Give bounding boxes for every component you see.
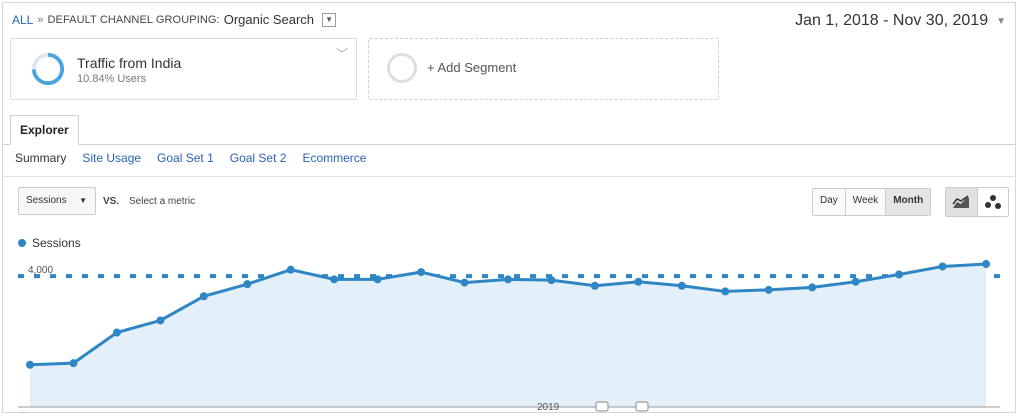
data-point[interactable] — [764, 285, 773, 294]
select-metric-link[interactable]: Select a metric — [129, 196, 195, 207]
chart-footer-dots: ... — [19, 405, 27, 415]
annotation-marker[interactable] — [595, 401, 609, 412]
segment-ring-icon — [387, 53, 417, 83]
segment-ring-icon — [31, 52, 65, 86]
breadcrumb: ALL » DEFAULT CHANNEL GROUPING: Organic … — [12, 12, 337, 27]
month-button[interactable]: Month — [886, 189, 931, 215]
day-button[interactable]: Day — [813, 189, 846, 215]
data-point[interactable] — [547, 276, 556, 285]
sessions-chart[interactable] — [0, 250, 1024, 415]
data-point[interactable] — [938, 262, 947, 271]
subtab-goal-set-2[interactable]: Goal Set 2 — [230, 151, 287, 165]
subtab-goal-set-1[interactable]: Goal Set 1 — [157, 151, 214, 165]
data-point[interactable] — [460, 278, 469, 287]
data-point[interactable] — [721, 287, 730, 296]
data-point[interactable] — [417, 268, 426, 277]
chevron-down-icon[interactable]: ﹀ — [336, 45, 348, 62]
subtab-summary[interactable]: Summary — [15, 151, 66, 165]
legend-dot-icon — [18, 239, 26, 247]
tab-bar: Explorer — [2, 110, 1016, 145]
data-point[interactable] — [330, 275, 339, 284]
motion-chart-icon[interactable] — [978, 188, 1009, 216]
data-point[interactable] — [69, 359, 78, 368]
segment-traffic-from-india[interactable]: Traffic from India 10.84% Users ﹀ — [10, 38, 357, 100]
series-area — [30, 264, 986, 407]
data-point[interactable] — [504, 275, 512, 284]
data-point[interactable] — [243, 280, 252, 289]
chevron-down-icon[interactable]: ▼ — [322, 12, 337, 27]
vs-label: VS. — [103, 196, 120, 207]
data-point[interactable] — [156, 316, 165, 325]
data-point[interactable] — [112, 328, 121, 337]
x-axis-label: 2019 — [537, 402, 560, 413]
subtab-bar: Summary Site Usage Goal Set 1 Goal Set 2… — [15, 151, 366, 165]
data-point[interactable] — [982, 260, 990, 269]
add-segment-label: + Add Segment — [427, 60, 517, 75]
data-point[interactable] — [808, 283, 817, 292]
week-button[interactable]: Week — [845, 189, 887, 215]
add-segment-button[interactable]: + Add Segment — [368, 38, 719, 100]
y-tick-label: 4,000 — [28, 265, 54, 276]
data-point[interactable] — [286, 265, 295, 274]
data-point[interactable] — [677, 281, 686, 290]
date-range-text: Jan 1, 2018 - Nov 30, 2019 — [795, 12, 989, 29]
chevron-down-icon: ▼ — [996, 15, 1006, 27]
breadcrumb-all-link[interactable]: ALL — [12, 13, 33, 27]
line-chart-icon[interactable] — [946, 188, 978, 216]
segment-subtitle: 10.84% Users — [77, 73, 147, 85]
chart-type-toggle — [945, 187, 1009, 217]
date-range-picker[interactable]: Jan 1, 2018 - Nov 30, 2019 ▼ — [795, 12, 1006, 30]
divider — [2, 176, 1016, 177]
annotation-marker[interactable] — [635, 401, 649, 412]
legend-label: Sessions — [32, 236, 81, 250]
data-point[interactable] — [851, 277, 860, 286]
subtab-ecommerce[interactable]: Ecommerce — [302, 151, 366, 165]
data-point[interactable] — [373, 275, 382, 284]
tab-explorer[interactable]: Explorer — [10, 115, 79, 145]
data-point[interactable] — [590, 281, 599, 290]
subtab-site-usage[interactable]: Site Usage — [82, 151, 141, 165]
breadcrumb-separator: » — [37, 13, 44, 26]
data-point[interactable] — [26, 360, 34, 369]
metric-select-value: Sessions — [26, 195, 67, 206]
caret-down-icon: ▼ — [79, 196, 87, 205]
granularity-toggle: Day Week Month — [812, 188, 932, 216]
breadcrumb-dimension: DEFAULT CHANNEL GROUPING: — [47, 13, 220, 26]
segment-title: Traffic from India — [77, 55, 182, 71]
data-point[interactable] — [634, 277, 643, 286]
data-point[interactable] — [199, 292, 208, 301]
breadcrumb-value: Organic Search — [223, 12, 315, 27]
chart-legend: Sessions — [18, 236, 81, 250]
metric-select[interactable]: Sessions ▼ — [18, 187, 96, 215]
data-point[interactable] — [895, 270, 904, 279]
